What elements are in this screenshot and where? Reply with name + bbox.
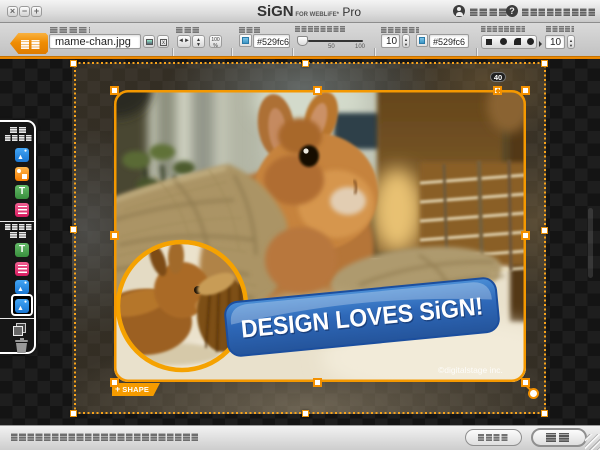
svg-text:©digitalstage inc.: ©digitalstage inc. xyxy=(438,365,503,375)
